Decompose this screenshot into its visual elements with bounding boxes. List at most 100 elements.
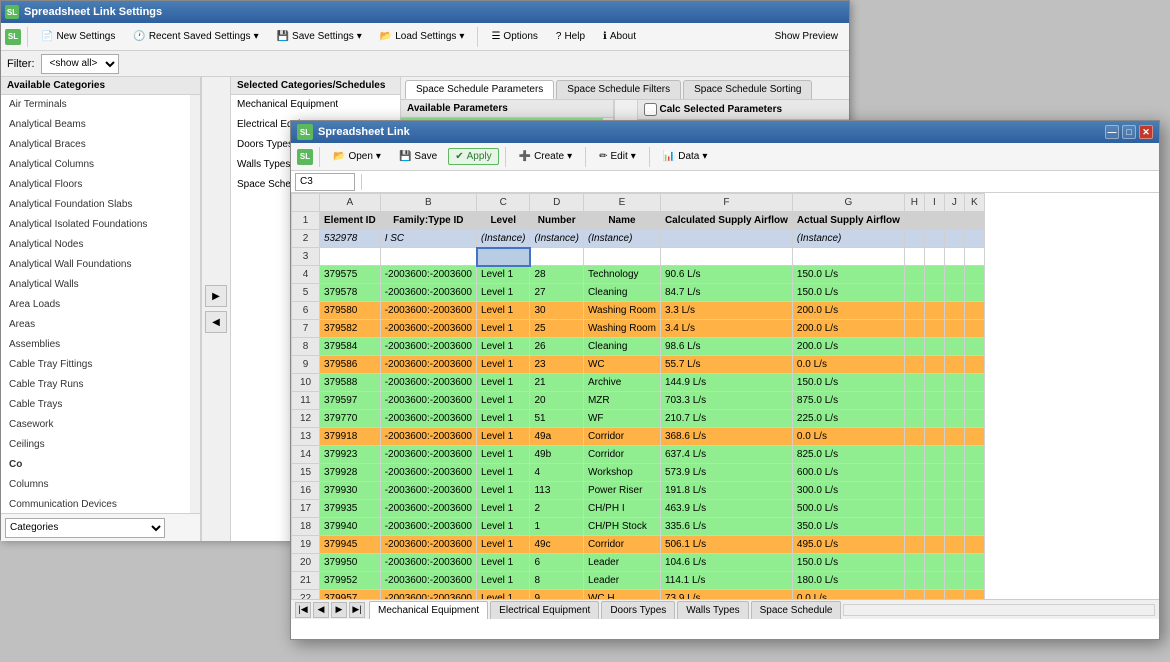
sheet-tab-space[interactable]: Space Schedule (751, 601, 842, 619)
cell[interactable]: Leader (583, 554, 660, 572)
table-row[interactable]: 1Element IDFamily:Type IDLevelNumberName… (292, 212, 985, 230)
cell[interactable]: -2003600:-2003600 (380, 446, 476, 464)
table-row[interactable]: 5379578-2003600:-2003600Level 127Cleanin… (292, 284, 985, 302)
cell[interactable]: WF (583, 410, 660, 428)
cell[interactable]: WC H (583, 590, 660, 600)
cell[interactable]: 379584 (320, 338, 381, 356)
cell[interactable]: 0.0 L/s (792, 356, 904, 374)
cell[interactable] (924, 338, 944, 356)
row-number[interactable]: 21 (292, 572, 320, 590)
cell[interactable] (944, 590, 964, 600)
list-item[interactable]: Analytical Walls (1, 275, 190, 295)
cell[interactable]: Level 1 (477, 536, 530, 554)
row-number[interactable]: 6 (292, 302, 320, 320)
table-row[interactable]: 15379928-2003600:-2003600Level 14Worksho… (292, 464, 985, 482)
cell[interactable] (904, 392, 924, 410)
cell[interactable] (944, 320, 964, 338)
cell[interactable] (964, 212, 984, 230)
list-item[interactable]: Analytical Nodes (1, 235, 190, 255)
cell[interactable] (904, 410, 924, 428)
row-number[interactable]: 16 (292, 482, 320, 500)
cell[interactable]: MZR (583, 392, 660, 410)
cell[interactable] (924, 464, 944, 482)
sheet-tab-mechanical[interactable]: Mechanical Equipment (369, 601, 488, 619)
row-number[interactable]: 10 (292, 374, 320, 392)
list-item[interactable]: Analytical Wall Foundations (1, 255, 190, 275)
open-button[interactable]: 📂 Open ▾ (326, 148, 388, 165)
cell[interactable]: 379582 (320, 320, 381, 338)
sheet-nav-next[interactable]: ▶ (331, 602, 347, 618)
sheet-tab-electrical[interactable]: Electrical Equipment (490, 601, 599, 619)
cell[interactable]: 150.0 L/s (792, 374, 904, 392)
table-row[interactable]: 18379940-2003600:-2003600Level 11CH/PH S… (292, 518, 985, 536)
cell[interactable] (380, 248, 476, 266)
cell[interactable]: -2003600:-2003600 (380, 302, 476, 320)
cell[interactable] (924, 356, 944, 374)
table-row[interactable]: 6379580-2003600:-2003600Level 130Washing… (292, 302, 985, 320)
cell[interactable] (904, 266, 924, 284)
cell[interactable] (944, 410, 964, 428)
table-row[interactable]: 4379575-2003600:-2003600Level 128Technol… (292, 266, 985, 284)
cell[interactable] (924, 428, 944, 446)
cell[interactable] (944, 230, 964, 248)
cell[interactable]: Level 1 (477, 482, 530, 500)
cell[interactable]: 9 (530, 590, 583, 600)
cell[interactable]: Level 1 (477, 266, 530, 284)
cell-ref-input[interactable] (295, 173, 355, 191)
save-button[interactable]: 💾 Save (392, 148, 444, 165)
cell[interactable]: 150.0 L/s (792, 266, 904, 284)
col-header-j[interactable]: J (944, 194, 964, 212)
row-number[interactable]: 1 (292, 212, 320, 230)
cell[interactable]: 637.4 L/s (660, 446, 792, 464)
cell[interactable]: 6 (530, 554, 583, 572)
cell[interactable]: 703.3 L/s (660, 392, 792, 410)
cell[interactable] (964, 284, 984, 302)
cell[interactable]: 875.0 L/s (792, 392, 904, 410)
list-item[interactable]: Columns (1, 475, 190, 495)
cell[interactable]: -2003600:-2003600 (380, 482, 476, 500)
row-number[interactable]: 3 (292, 248, 320, 266)
cell[interactable]: 20 (530, 392, 583, 410)
cell[interactable]: 84.7 L/s (660, 284, 792, 302)
minimize-button[interactable]: — (1105, 125, 1119, 139)
col-header-d[interactable]: D (530, 194, 583, 212)
cell[interactable]: 368.6 L/s (660, 428, 792, 446)
table-row[interactable]: 16379930-2003600:-2003600Level 1113Power… (292, 482, 985, 500)
cell[interactable]: (Instance) (583, 230, 660, 248)
list-item[interactable]: Cable Tray Fittings (1, 355, 190, 375)
cell[interactable]: 1 (530, 518, 583, 536)
edit-button[interactable]: ✏ Edit ▾ (592, 148, 643, 165)
cell[interactable]: 49c (530, 536, 583, 554)
cell[interactable]: 379930 (320, 482, 381, 500)
list-item[interactable]: Analytical Isolated Foundations (1, 215, 190, 235)
options-button[interactable]: ☰ Options (484, 28, 544, 45)
cell[interactable] (924, 212, 944, 230)
list-item[interactable]: Ceilings (1, 435, 190, 455)
load-settings-button[interactable]: 📂 Load Settings ▾ (373, 28, 472, 45)
cell[interactable] (924, 482, 944, 500)
cell[interactable]: WC (583, 356, 660, 374)
cell[interactable] (964, 338, 984, 356)
list-item[interactable]: Cable Tray Runs (1, 375, 190, 395)
cell[interactable]: 2 (530, 500, 583, 518)
cell[interactable]: 114.1 L/s (660, 572, 792, 590)
cell[interactable]: 51 (530, 410, 583, 428)
cell[interactable]: -2003600:-2003600 (380, 536, 476, 554)
horizontal-scrollbar[interactable] (843, 604, 1155, 616)
cell[interactable] (964, 500, 984, 518)
cell[interactable]: Power Riser (583, 482, 660, 500)
cell[interactable] (904, 572, 924, 590)
row-number[interactable]: 15 (292, 464, 320, 482)
cell[interactable]: 500.0 L/s (792, 500, 904, 518)
cell[interactable] (320, 248, 381, 266)
row-number[interactable]: 11 (292, 392, 320, 410)
cell[interactable] (924, 572, 944, 590)
sheet-nav-last[interactable]: ▶| (349, 602, 365, 618)
table-row[interactable]: 21379952-2003600:-2003600Level 18Leader1… (292, 572, 985, 590)
cell[interactable]: 379586 (320, 356, 381, 374)
cell[interactable]: 379945 (320, 536, 381, 554)
col-header-i[interactable]: I (924, 194, 944, 212)
cell[interactable]: 379928 (320, 464, 381, 482)
recent-saved-button[interactable]: 🕐 Recent Saved Settings ▾ (126, 28, 265, 45)
selected-item[interactable]: Mechanical Equipment (231, 95, 400, 115)
